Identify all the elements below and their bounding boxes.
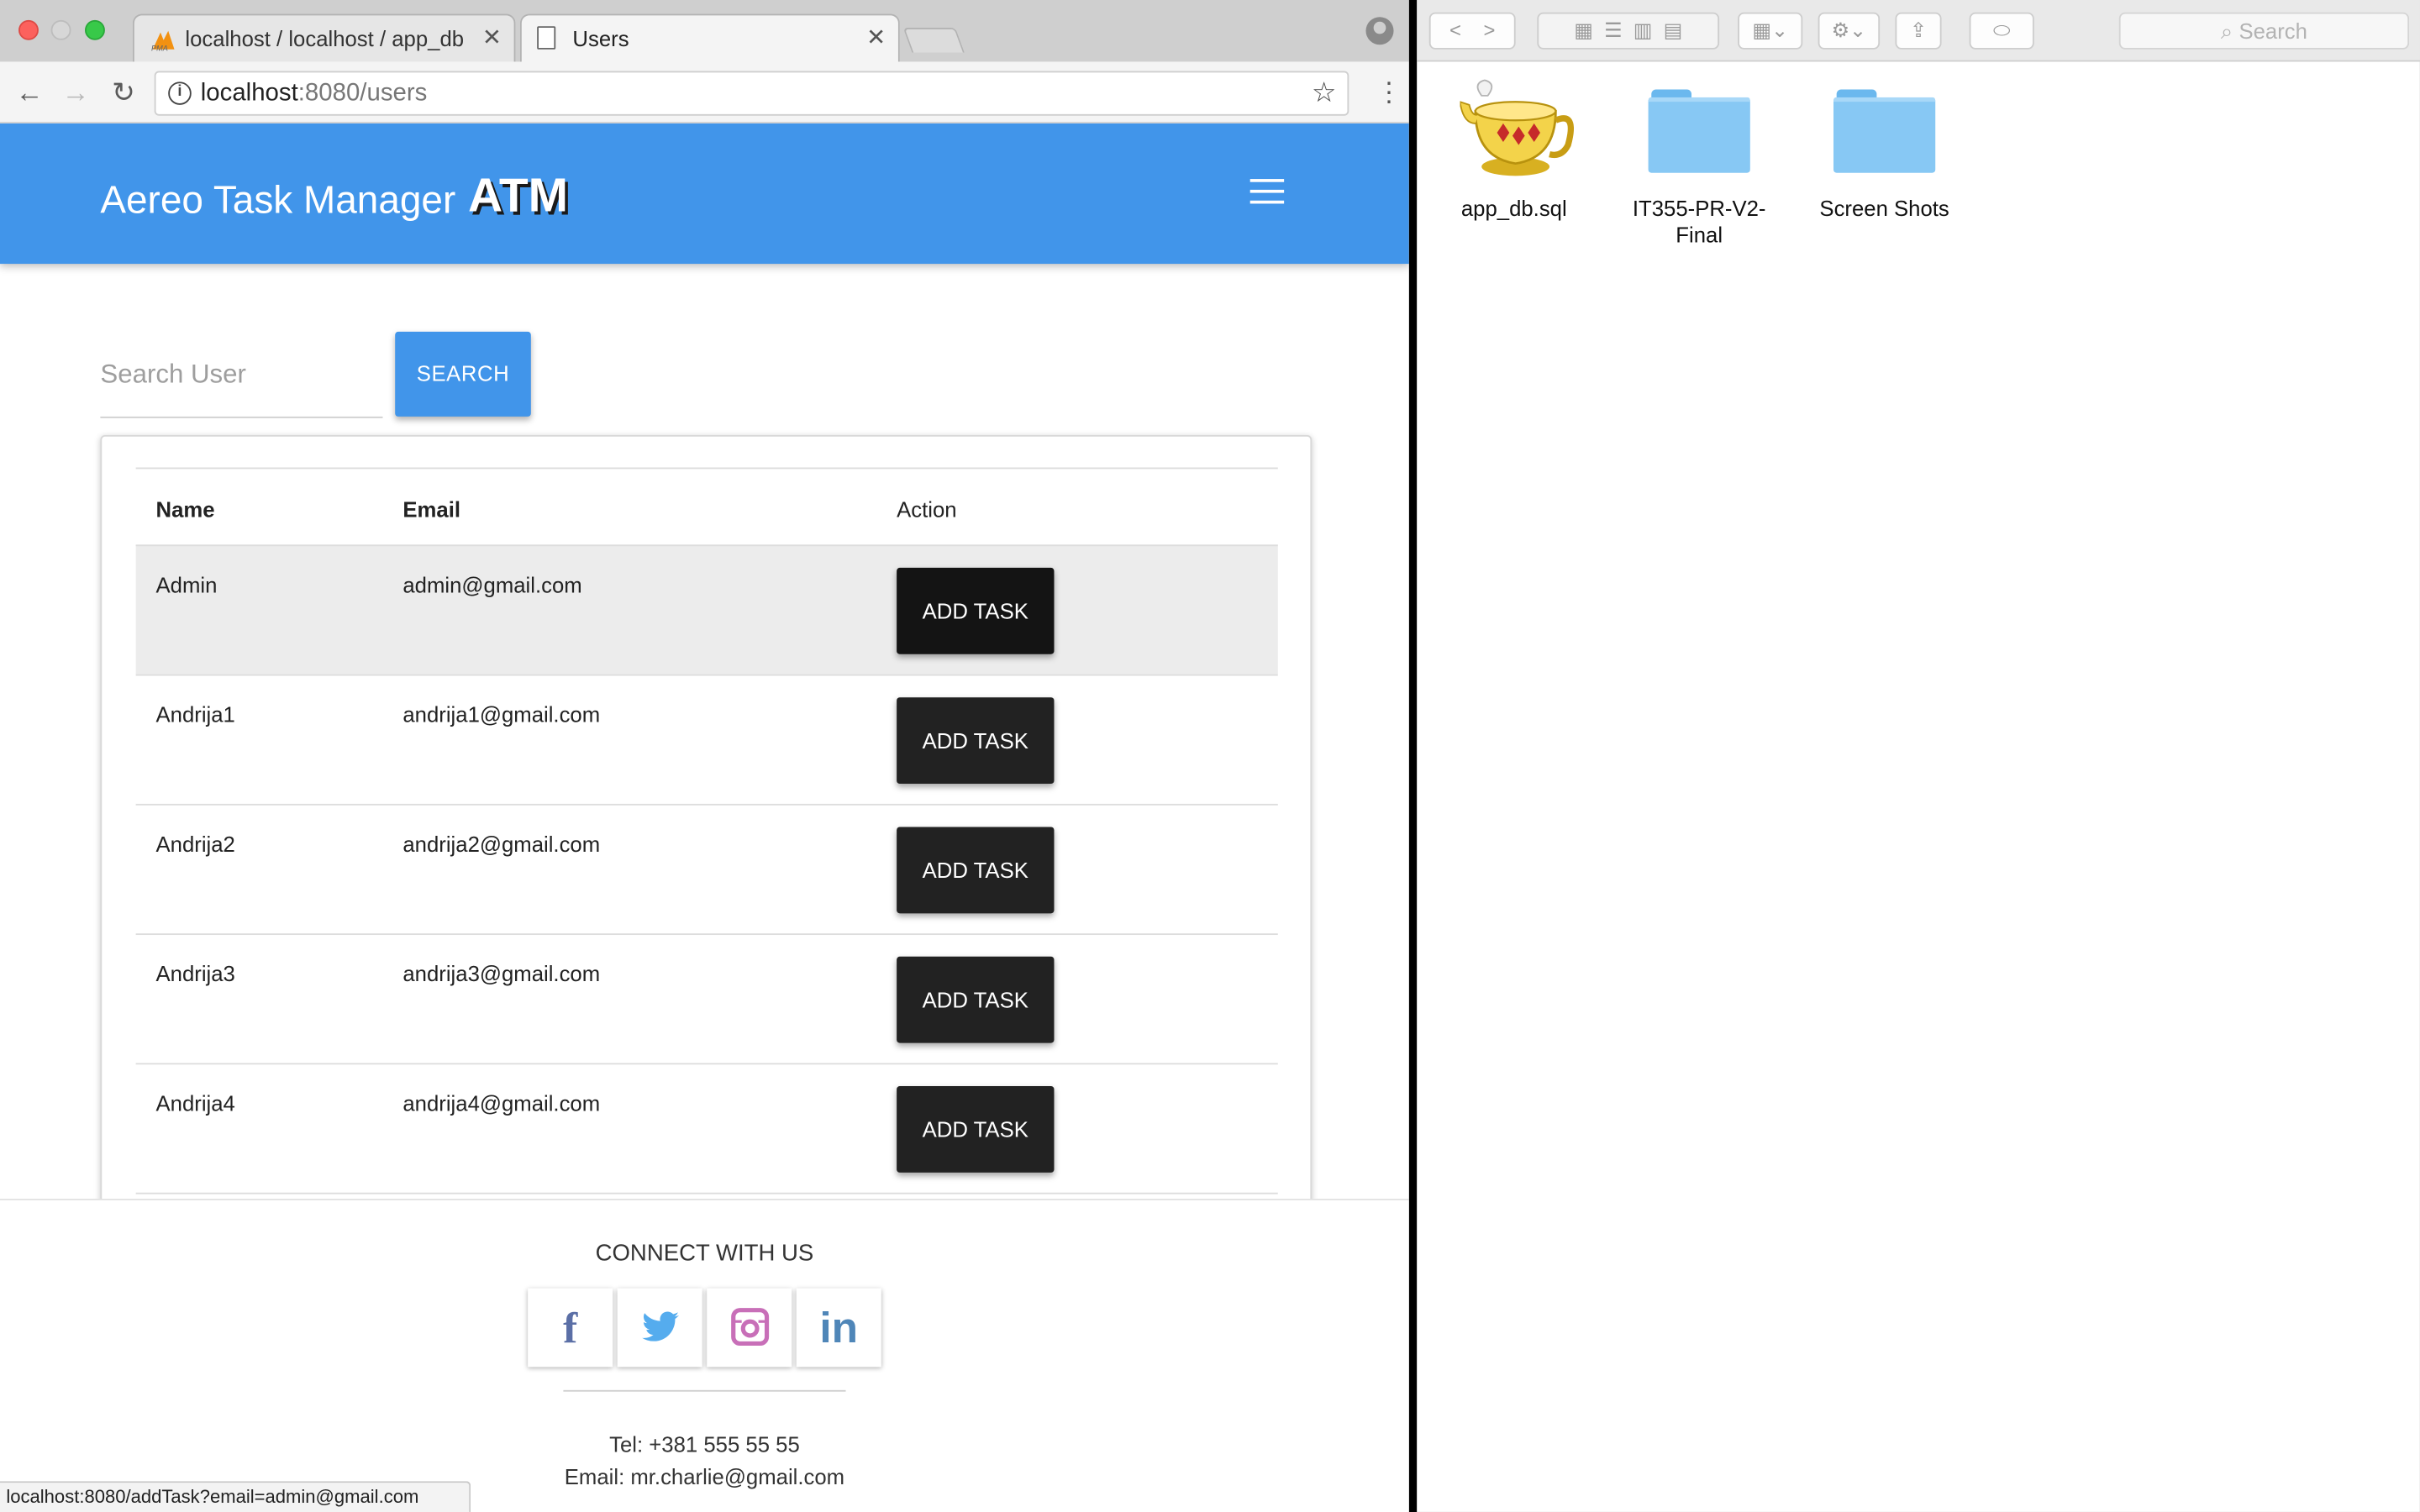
- group-by-button[interactable]: ▦⌄: [1738, 12, 1803, 50]
- folder-icon: [1648, 89, 1750, 173]
- back-arrow-icon[interactable]: ←: [13, 76, 46, 109]
- users-table: Name Email Action Admin admin@gmail.com …: [135, 467, 1278, 1209]
- hamburger-menu-icon[interactable]: [1249, 179, 1285, 207]
- footer: CONNECT WITH US f in Tel: +381 555 55 55…: [0, 1199, 1409, 1512]
- connect-heading: CONNECT WITH US: [595, 1240, 814, 1267]
- tag-icon[interactable]: ⬭: [1969, 12, 2034, 50]
- profile-icon[interactable]: [1365, 17, 1394, 45]
- cell-email: andrija4@gmail.com: [402, 1090, 601, 1116]
- window-divider: [1408, 0, 1418, 1512]
- tab-title: Users: [572, 26, 629, 51]
- genie-lamp-icon: [1460, 79, 1574, 176]
- table-header: Name Email Action: [135, 467, 1278, 545]
- url-text: localhost:8080/users: [200, 80, 428, 107]
- share-icon[interactable]: ⇪: [1895, 12, 1942, 50]
- cell-name: Andrija3: [155, 961, 235, 986]
- tab-users[interactable]: Users ✕: [519, 13, 900, 62]
- close-tab-icon[interactable]: ✕: [482, 24, 502, 50]
- forward-arrow-icon[interactable]: →: [59, 76, 92, 109]
- info-icon[interactable]: i: [168, 81, 192, 105]
- cell-name: Admin: [155, 572, 218, 597]
- cell-email: andrija3@gmail.com: [402, 961, 601, 986]
- folder-icon: [1833, 89, 1936, 173]
- tab-phpmyadmin[interactable]: PMA localhost / localhost / app_db ✕: [132, 13, 516, 62]
- folder-label: IT355-PR-V2-Final: [1632, 196, 1766, 247]
- cell-email: admin@gmail.com: [402, 572, 582, 597]
- close-tab-icon[interactable]: ✕: [866, 24, 886, 50]
- table-row: Andrija4 andrija4@gmail.com ADD TASK: [135, 1063, 1278, 1192]
- users-card: Name Email Action Admin admin@gmail.com …: [100, 434, 1313, 1238]
- finder-toolbar: < > ▦ ☰ ▥ ▤ ▦⌄ ⚙⌄ ⇪ ⬭ ⌕ Search: [1417, 0, 2420, 62]
- brand-abbr: ATM: [467, 168, 569, 223]
- web-page: Aereo Task Manager ATM Search User SEARCH…: [0, 123, 1409, 1512]
- file-label: app_db.sql: [1460, 196, 1567, 221]
- add-task-button[interactable]: ADD TASK: [897, 956, 1055, 1043]
- footer-divider: [563, 1389, 846, 1392]
- search-user-input[interactable]: Search User: [100, 330, 383, 418]
- cell-email: andrija1@gmail.com: [402, 701, 601, 727]
- folder-label: Screen Shots: [1819, 196, 1949, 221]
- tab-title: localhost / localhost / app_db: [185, 26, 464, 51]
- phpmyadmin-icon: PMA: [151, 30, 175, 53]
- twitter-icon[interactable]: [617, 1288, 702, 1368]
- cell-email: andrija2@gmail.com: [402, 831, 601, 857]
- bookmark-star-icon[interactable]: ☆: [1312, 77, 1337, 110]
- footer-tel: Tel: +381 555 55 55: [609, 1431, 800, 1457]
- svg-text:PMA: PMA: [151, 45, 168, 53]
- address-bar[interactable]: i localhost:8080/users ☆: [154, 71, 1349, 116]
- tab-strip: PMA localhost / localhost / app_db ✕ Use…: [0, 0, 1409, 62]
- finder-search-input[interactable]: ⌕ Search: [2118, 12, 2410, 50]
- header-email: Email: [402, 496, 460, 522]
- browser-window: PMA localhost / localhost / app_db ✕ Use…: [0, 0, 1409, 1512]
- table-row: Andrija3 andrija3@gmail.com ADD TASK: [135, 933, 1278, 1063]
- reload-icon[interactable]: ↻: [107, 76, 140, 109]
- status-bar-url: localhost:8080/addTask?email=admin@gmail…: [0, 1481, 471, 1512]
- browser-toolbar: ← → ↻ i localhost:8080/users ☆ · · ·: [0, 61, 1409, 123]
- view-mode-buttons[interactable]: ▦ ☰ ▥ ▤: [1537, 12, 1720, 50]
- new-tab-button[interactable]: [902, 28, 965, 53]
- brand[interactable]: Aereo Task Manager ATM: [100, 168, 569, 225]
- minimize-window-button[interactable]: [50, 19, 71, 40]
- facebook-icon[interactable]: f: [528, 1288, 613, 1368]
- page-icon: [537, 26, 556, 50]
- finder-back-forward[interactable]: < >: [1428, 12, 1516, 50]
- header-name: Name: [155, 496, 215, 522]
- search-button[interactable]: SEARCH: [395, 331, 531, 417]
- close-window-button[interactable]: [18, 19, 39, 40]
- menu-dots-icon[interactable]: · · ·: [1385, 68, 1394, 114]
- cell-name: Andrija2: [155, 831, 235, 857]
- table-row: Andrija2 andrija2@gmail.com ADD TASK: [135, 803, 1278, 933]
- table-row: Andrija1 andrija1@gmail.com ADD TASK: [135, 674, 1278, 804]
- gear-icon[interactable]: ⚙⌄: [1818, 12, 1881, 50]
- add-task-button[interactable]: ADD TASK: [897, 697, 1055, 785]
- brand-name: Aereo Task Manager: [100, 179, 456, 223]
- linkedin-icon[interactable]: in: [796, 1288, 881, 1368]
- add-task-button[interactable]: ADD TASK: [897, 827, 1055, 914]
- zoom-window-button[interactable]: [85, 19, 105, 40]
- cell-name: Andrija1: [155, 701, 235, 727]
- cell-name: Andrija4: [155, 1090, 235, 1116]
- finder-window: < > ▦ ☰ ▥ ▤ ▦⌄ ⚙⌄ ⇪ ⬭ ⌕ Search app_db.sq…: [1417, 0, 2420, 1512]
- navbar: Aereo Task Manager ATM: [0, 123, 1409, 265]
- table-row: Admin admin@gmail.com ADD TASK: [135, 544, 1278, 675]
- header-action: Action: [897, 496, 957, 522]
- add-task-button[interactable]: ADD TASK: [897, 1086, 1055, 1173]
- add-task-button[interactable]: ADD TASK: [897, 567, 1055, 654]
- instagram-icon[interactable]: [707, 1288, 792, 1368]
